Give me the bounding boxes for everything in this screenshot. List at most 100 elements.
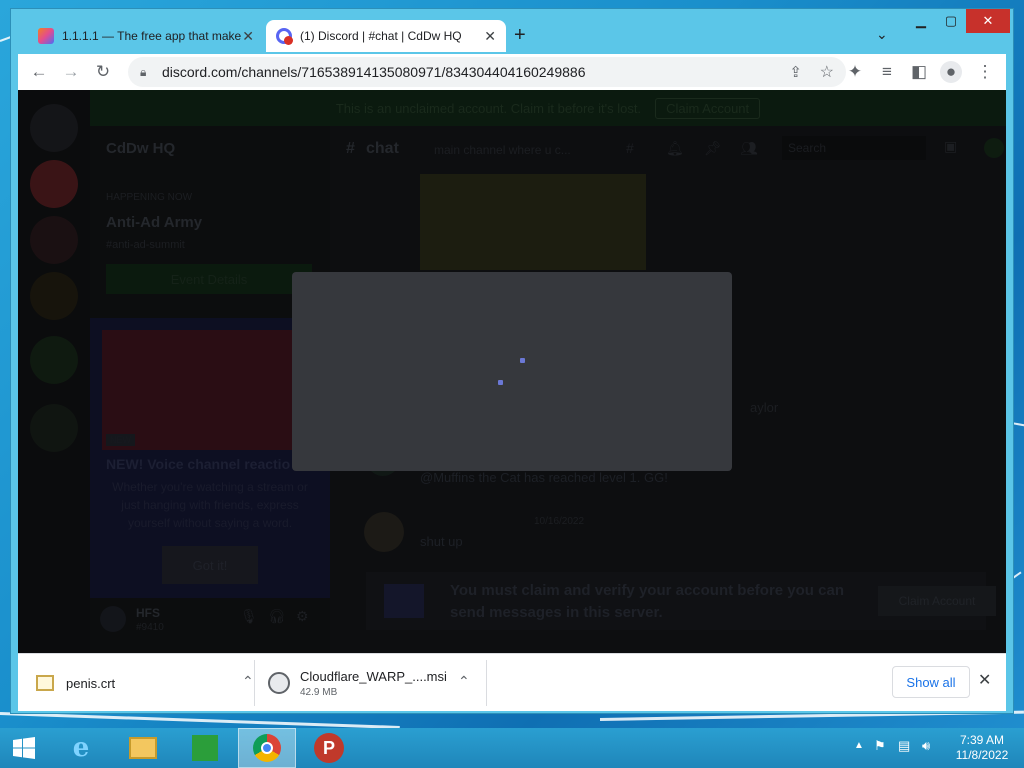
headphones-icon[interactable]: 🎧︎ [268,608,286,625]
tab-close-icon[interactable]: ✕ [242,28,254,45]
menu-kebab-icon[interactable]: ⋮ [974,61,996,83]
taskbar: e P ▲ ⚑ ▤ 🔊︎ 7:39 AM 11/8/2022 [0,728,1024,768]
tab-close-icon[interactable]: ✕ [484,28,496,45]
bell-icon[interactable]: 🔔︎ [666,140,684,157]
download-options-chevron-icon[interactable]: ⌃ [458,673,470,690]
side-panel-icon[interactable]: ◧ [908,61,930,83]
download-file-size: 42.9 MB [300,686,338,698]
download-file-name: Cloudflare_WARP_....msi [300,668,447,684]
server-icon[interactable] [30,272,78,320]
media-controls-icon[interactable]: ≡ [876,61,898,83]
server-name[interactable]: CdDw HQ [106,140,175,157]
promo-body: Whether you're watching a stream or just… [112,480,308,530]
show-all-button[interactable]: Show all [892,666,970,698]
user-avatar[interactable] [100,606,126,632]
inbox-icon[interactable]: ▣ [944,138,957,155]
loading-modal [292,272,732,471]
file-explorer-taskbar-button[interactable] [114,728,172,768]
channel-topic[interactable]: main channel where u c... [434,143,571,157]
tray-overflow-icon[interactable]: ▲ [854,740,864,751]
loading-spinner-dot [520,358,525,363]
threads-icon[interactable]: # [626,140,634,156]
download-bar: penis.crt ⌃ Cloudflare_WARP_....msi 42.9… [18,653,1006,711]
claim-notice-text: You must claim and verify your account b… [450,582,844,621]
psiphon-icon: P [314,733,344,763]
message-author-avatar[interactable] [364,512,404,552]
cloudflare-1111-icon [38,28,54,44]
extensions-icon[interactable]: ✦ [844,61,866,83]
channel-hash-icon: # [346,140,355,157]
share-icon[interactable]: ⇪ [789,63,802,81]
event-status: HAPPENING NOW [106,192,193,203]
promo-title: NEW! Voice channel reactio [106,456,291,472]
chrome-icon [253,734,281,762]
network-icon[interactable]: ▤ [898,738,910,754]
clock-time: 7:39 AM [959,733,1005,747]
claim-account-button[interactable]: Claim Account [878,586,996,616]
window-controls: ▁ ▢ ✕ [906,9,1010,33]
reload-icon[interactable]: ↻ [92,61,114,83]
store-taskbar-button[interactable] [176,728,234,768]
volume-icon[interactable]: 🔊︎ [922,738,930,754]
forward-icon[interactable]: → [60,61,82,83]
divider [486,660,487,706]
channel-name: chat [366,140,399,157]
download-file-name: penis.crt [66,675,116,691]
msi-installer-icon [268,672,290,694]
browser-toolbar: ← → ↻ 🔒︎ discord.com/channels/7165389141… [18,54,1006,90]
unclaimed-account-banner: This is an unclaimed account. Claim it b… [90,90,1006,126]
close-window-button[interactable]: ✕ [966,9,1010,33]
user-name: HFS [136,606,160,620]
tab-search-icon[interactable]: ⌄ [876,26,888,43]
certificate-file-icon [36,675,54,691]
banner-text: This is an unclaimed account. Claim it b… [335,100,642,116]
download-item[interactable]: Cloudflare_WARP_....msi 42.9 MB ⌃ [268,654,490,712]
download-item[interactable]: penis.crt ⌃ [36,654,254,712]
claim-notice-box: You must claim and verify your account b… [366,572,996,630]
level-up-message: @Muffins the Cat has reached level 1. GG… [420,470,668,485]
discord-home-icon[interactable] [30,104,78,152]
action-center-flag-icon[interactable]: ⚑ [874,738,886,754]
bookmark-star-icon[interactable]: ☆ [820,62,834,82]
event-details-button[interactable]: Event Details [106,264,312,294]
tab-discord[interactable]: (1) Discord | #chat | CdDw HQ ✕ [266,20,506,52]
download-options-chevron-icon[interactable]: ⌃ [242,673,254,690]
profile-avatar-icon[interactable]: ● [940,61,962,83]
user-settings-gear-icon[interactable]: ⚙ [296,608,309,625]
add-server-icon[interactable] [30,336,78,384]
back-icon[interactable]: ← [28,61,50,83]
server-icon[interactable] [30,160,78,208]
minimize-button[interactable]: ▁ [906,9,936,33]
maximize-button[interactable]: ▢ [936,9,966,33]
internet-explorer-taskbar-button[interactable]: e [52,728,110,768]
address-bar[interactable]: 🔒︎ discord.com/channels/7165389141350809… [128,57,846,87]
promo-illustration [102,330,316,450]
system-clock[interactable]: 7:39 AM 11/8/2022 [952,733,1012,763]
chrome-taskbar-button[interactable] [238,728,296,768]
new-tab-button[interactable]: + [514,24,526,47]
close-download-bar-icon[interactable]: ✕ [978,670,991,690]
members-icon[interactable]: 👥︎ [740,140,758,157]
got-it-button[interactable]: Got it! [162,546,258,584]
envelope-icon [384,584,424,618]
folder-icon [129,737,157,759]
start-button[interactable] [0,728,48,768]
tab-cloudflare[interactable]: 1.1.1.1 — The free app that make ✕ [28,20,264,52]
psiphon-taskbar-button[interactable]: P [300,728,358,768]
clock-date: 11/8/2022 [955,748,1009,762]
message-text: shut up [420,534,463,549]
server-icon[interactable] [30,216,78,264]
message-fragment: aylor [750,400,779,415]
store-icon [192,735,218,761]
microphone-icon[interactable]: 🎙︎ [240,608,258,625]
tab-title: 1.1.1.1 — The free app that make [62,29,242,43]
windows-logo-icon [13,737,35,759]
event-title: Anti-Ad Army [106,214,203,231]
help-icon[interactable] [984,138,1004,158]
download-apps-icon[interactable] [30,404,78,452]
claim-account-banner-button[interactable]: Claim Account [655,97,761,119]
pin-icon[interactable]: 📌︎ [704,140,722,157]
message-image[interactable] [420,174,646,270]
search-input[interactable]: Search [782,136,926,160]
url-text: discord.com/channels/716538914135080971/… [162,64,586,80]
